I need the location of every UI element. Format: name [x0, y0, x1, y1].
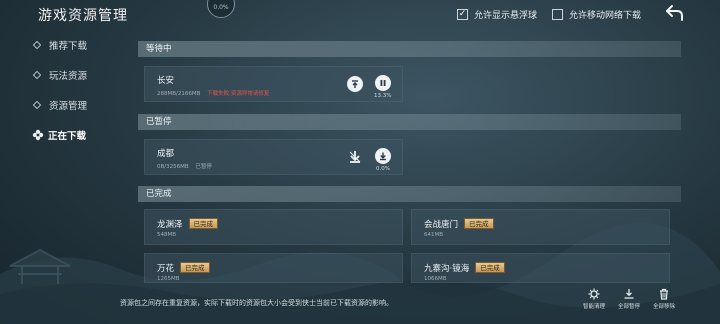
resource-size: 1066MB [424, 276, 447, 282]
sidebar-item-gameplay-resources[interactable]: 玩法资源 [28, 60, 128, 90]
done-card-longyuanze: 龙渊泽 已完成 548MB [144, 209, 403, 245]
resource-size: 288MB/2166MB [157, 91, 201, 97]
completed-badge: 已完成 [180, 262, 210, 273]
resource-size: 1265MB [157, 276, 180, 282]
repair-button[interactable] [347, 76, 363, 92]
checkbox-checked-icon[interactable]: ✓ [457, 9, 468, 20]
resource-meta: 0B/3256MB 已暂停 [157, 162, 212, 170]
toggle-allow-mobile-download-label: 允许移动网络下载 [569, 11, 642, 21]
diamond-bullet-icon [32, 100, 42, 110]
sidebar-item-label: 玩法资源 [49, 71, 88, 82]
resource-status: 已暂停 [195, 164, 212, 170]
toggle-show-float-ball-label: 允许显示悬浮球 [474, 11, 538, 21]
pause-button[interactable] [375, 75, 391, 91]
toggle-show-float-ball[interactable]: ✓ 允许显示悬浮球 [457, 8, 537, 21]
priority-download-button[interactable] [347, 149, 363, 165]
sidebar: 推荐下载 玩法资源 资源管理 正在下载 [28, 30, 128, 150]
download-card-chengdu: 成都 0B/3256MB 已暂停 0.0% [144, 139, 403, 175]
section-header-waiting: 等待中 [138, 41, 681, 57]
diamond-bullet-icon [32, 70, 42, 80]
resource-size: 0B/3256MB [157, 164, 189, 170]
resource-size: 641MB [424, 232, 444, 238]
resource-name-text: 龙渊泽 [157, 220, 183, 230]
smart-clean-button[interactable]: 智能清理 [578, 288, 610, 310]
resource-name: 九寨沟·镜海 已完成 [424, 262, 505, 274]
sidebar-item-label: 推荐下载 [49, 41, 88, 52]
back-arrow-icon [666, 5, 683, 21]
smart-clean-label: 智能清理 [582, 304, 605, 310]
resource-meta: 288MB/2166MB 下载失败,资源异常请修复 [157, 89, 269, 97]
sidebar-item-label: 正在下载 [48, 131, 87, 142]
diamond-bullet-icon [32, 40, 42, 50]
sidebar-item-resource-management[interactable]: 资源管理 [28, 90, 128, 120]
download-percent: 13.3% [374, 93, 392, 99]
floating-progress-indicator[interactable]: 0.0% [207, 0, 235, 18]
download-icon [380, 152, 386, 161]
pause-all-button[interactable]: 全部暂停 [613, 288, 645, 310]
completed-badge: 已完成 [475, 262, 505, 273]
download-priority-icon [349, 151, 361, 163]
done-card-wanhua: 万花 已完成 1265MB [144, 253, 403, 283]
resource-name-text: 万花 [157, 264, 175, 274]
resource-name: 会战唐门 已完成 [424, 218, 494, 230]
resource-error: 下载失败,资源异常请修复 [207, 91, 270, 97]
sidebar-item-recommended[interactable]: 推荐下载 [28, 30, 128, 60]
page-title: 游戏资源管理 [38, 8, 128, 24]
download-percent: 0.0% [376, 166, 390, 172]
download-card-changan: 长安 288MB/2166MB 下载失败,资源异常请修复 13.3% [144, 66, 403, 102]
resource-name: 万花 已完成 [157, 262, 210, 274]
resource-size: 548MB [157, 232, 177, 238]
pause-icon [380, 80, 386, 86]
done-card-jiuzhaigou-jinghai: 九寨沟·镜海 已完成 1066MB [411, 253, 670, 283]
section-header-paused: 已暂停 [138, 114, 681, 130]
checkbox-unchecked-icon[interactable] [552, 9, 563, 20]
sidebar-item-downloading[interactable]: 正在下载 [28, 120, 128, 150]
completed-badge: 已完成 [188, 218, 219, 229]
resource-name-text: 九寨沟·镜海 [424, 264, 470, 274]
resource-name: 长安 [157, 76, 175, 86]
download-pause-icon [624, 289, 634, 299]
floating-progress-text: 0.0% [213, 4, 229, 11]
gear-icon [588, 288, 600, 300]
section-header-done: 已完成 [138, 186, 681, 202]
top-priority-icon [352, 80, 358, 88]
pause-all-label: 全部暂停 [617, 304, 640, 310]
flower-active-icon [32, 129, 44, 141]
footer-note: 资源包之间存在重复资源，实际下载时的资源包大小会受到侠士当前已下载资源的影响。 [120, 299, 393, 307]
completed-badge: 已完成 [464, 218, 494, 229]
trash-icon [660, 288, 668, 300]
done-card-huizhan-tangmen: 会战唐门 已完成 641MB [411, 209, 670, 245]
sidebar-item-label: 资源管理 [49, 101, 88, 112]
resource-name: 成都 [157, 149, 175, 159]
resume-download-button[interactable] [375, 148, 391, 164]
back-button[interactable] [664, 3, 686, 23]
resource-name-text: 会战唐门 [424, 220, 459, 230]
remove-all-button[interactable]: 全部移除 [648, 288, 680, 310]
toggle-allow-mobile-download[interactable]: 允许移动网络下载 [552, 8, 641, 21]
remove-all-label: 全部移除 [652, 304, 675, 310]
resource-name: 龙渊泽 已完成 [157, 218, 219, 230]
